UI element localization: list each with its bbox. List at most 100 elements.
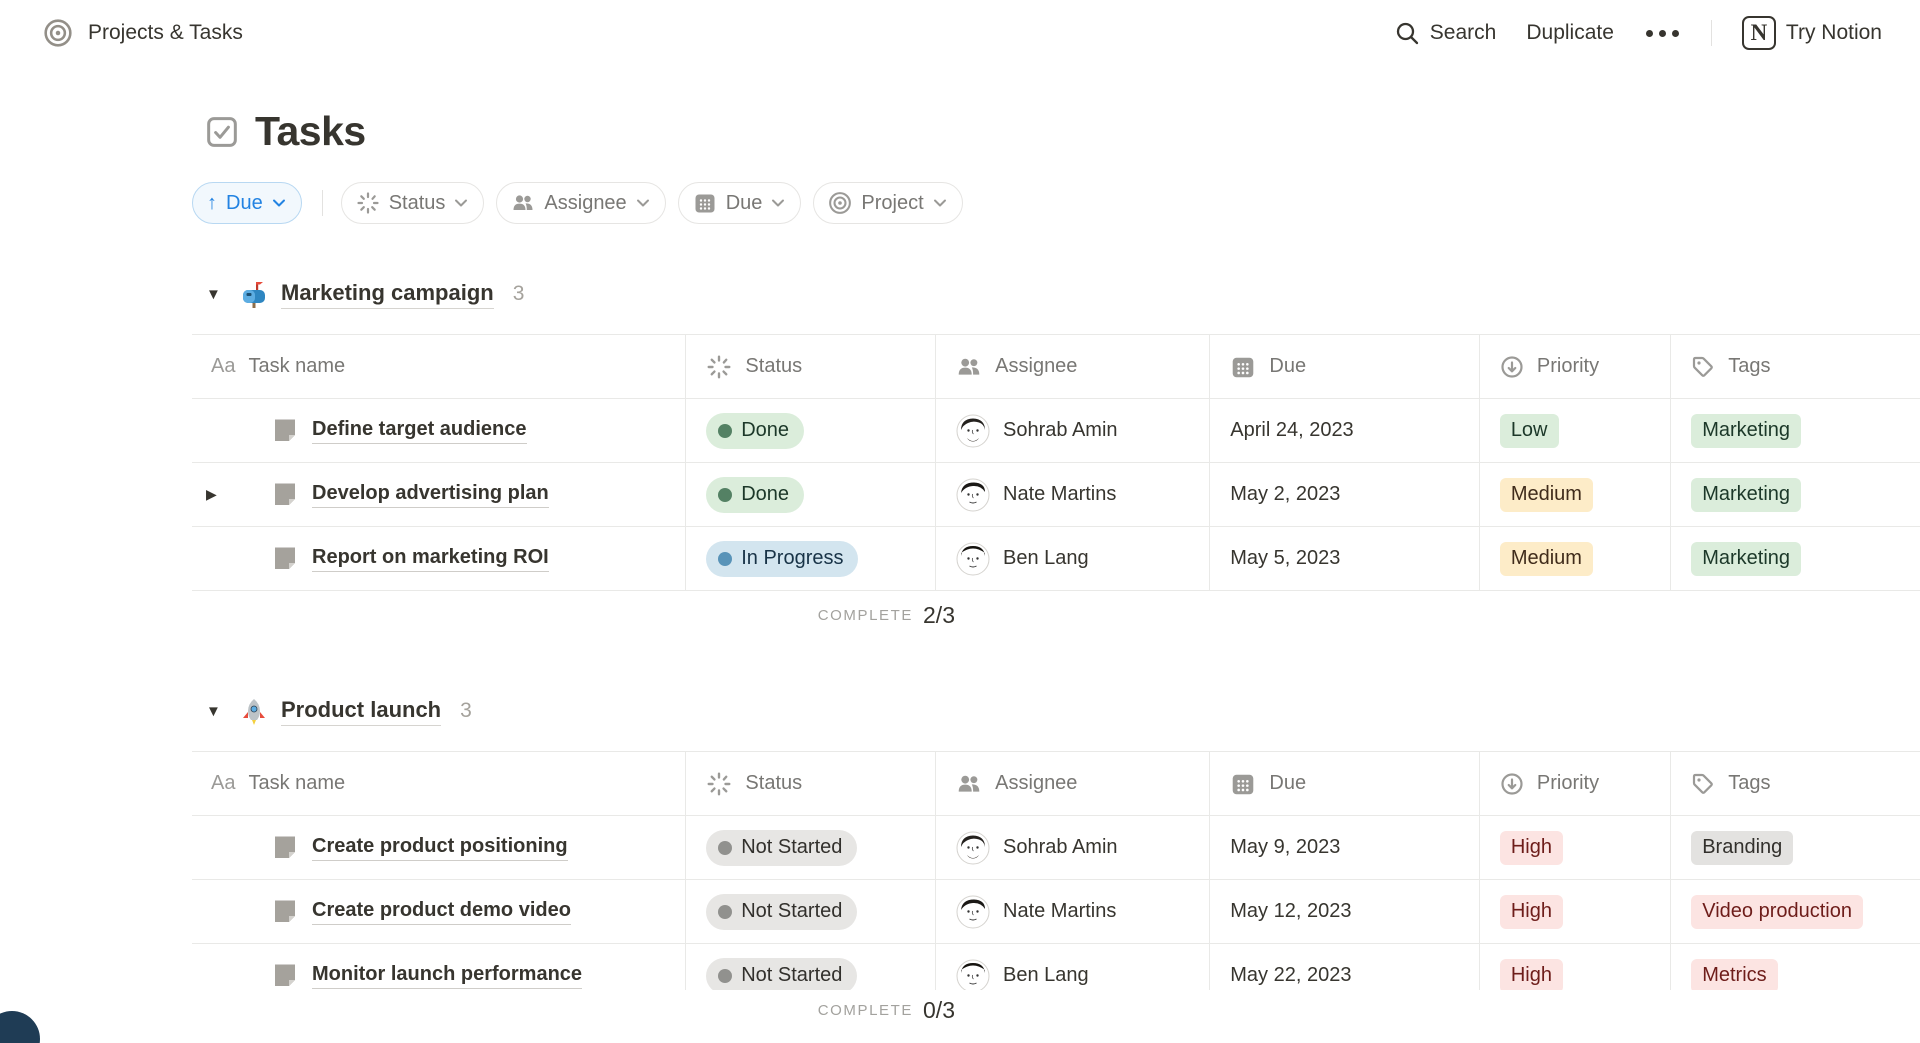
page-title: Tasks [255,108,366,155]
column-header-due[interactable]: Due [1210,752,1480,815]
breadcrumb[interactable]: Projects & Tasks [88,21,243,45]
tag-badge[interactable]: Marketing [1691,414,1801,448]
priority-badge[interactable]: High [1500,895,1563,929]
column-header-due[interactable]: Due [1210,335,1480,398]
due-date[interactable]: May 2, 2023 [1230,483,1340,506]
task-name-link[interactable]: Develop advertising plan [312,482,549,508]
page-icon [270,416,300,446]
priority-badge[interactable]: High [1500,831,1563,865]
column-header-priority[interactable]: Priority [1480,752,1671,815]
table-header-row: Aa Task name Status Assignee Due P [192,751,1920,816]
column-header-tags[interactable]: Tags [1671,752,1920,815]
column-header-priority[interactable]: Priority [1480,335,1671,398]
tag-badge[interactable]: Branding [1691,831,1793,865]
complete-calc[interactable]: COMPLETE 2/3 [716,602,980,629]
status-dot-icon [718,424,732,438]
filter-label: Assignee [544,192,626,215]
assignee-name[interactable]: Ben Lang [1003,547,1089,570]
status-badge[interactable]: Not Started [706,958,857,994]
search-button[interactable]: Search [1394,20,1497,46]
column-header-tags[interactable]: Tags [1671,335,1920,398]
table-row[interactable]: Define target audience Done Sohrab Amin … [192,399,1920,463]
target-icon [43,18,73,48]
chevron-down-icon [272,196,286,210]
status-badge[interactable]: Not Started [706,830,857,866]
filter-label: Status [389,192,446,215]
due-date[interactable]: April 24, 2023 [1230,419,1353,442]
tag-badge[interactable]: Metrics [1691,959,1777,993]
filter-pill-project[interactable]: Project [813,182,962,224]
task-name-link[interactable]: Create product demo video [312,899,571,925]
filter-pill-due[interactable]: Due [678,182,802,224]
complete-calc[interactable]: COMPLETE 0/3 [716,997,980,1024]
priority-badge[interactable]: Low [1500,414,1559,448]
tag-badge[interactable]: Marketing [1691,478,1801,512]
filter-label: Due [726,192,763,215]
table-row[interactable]: Report on marketing ROI In Progress Ben … [192,527,1920,591]
topbar-divider [1711,20,1712,46]
expand-triangle-icon[interactable]: ▶ [206,486,217,503]
column-header-task-name[interactable]: Aa Task name [192,335,686,398]
collapse-triangle-icon[interactable]: ▼ [206,286,240,303]
group-title[interactable]: Product launch [281,697,441,726]
chevron-down-icon [454,196,468,210]
priority-badge[interactable]: Medium [1500,542,1593,576]
task-name-link[interactable]: Report on marketing ROI [312,546,549,572]
column-header-assignee[interactable]: Assignee [936,335,1210,398]
column-header-assignee[interactable]: Assignee [936,752,1210,815]
try-notion-button[interactable]: N Try Notion [1742,16,1882,50]
avatar [956,414,990,448]
due-date[interactable]: May 12, 2023 [1230,900,1351,923]
duplicate-button[interactable]: Duplicate [1526,21,1614,45]
people-icon [511,191,535,215]
status-badge[interactable]: In Progress [706,541,858,577]
avatar [956,478,990,512]
column-header-status[interactable]: Status [686,335,936,398]
checkbox-icon [206,116,238,148]
assignee-name[interactable]: Sohrab Amin [1003,836,1118,859]
avatar [956,542,990,576]
tag-badge[interactable]: Video production [1691,895,1863,929]
status-badge[interactable]: Done [706,413,804,449]
status-badge[interactable]: Done [706,477,804,513]
page-icon [270,480,300,510]
priority-badge[interactable]: High [1500,959,1563,993]
filter-pill-status[interactable]: Status [341,182,485,224]
status-dot-icon [718,488,732,502]
column-header-status[interactable]: Status [686,752,936,815]
table-marketing: Aa Task name Status Assignee Due P [192,334,1920,639]
task-name-link[interactable]: Define target audience [312,418,527,444]
assignee-name[interactable]: Nate Martins [1003,483,1116,506]
due-date[interactable]: May 5, 2023 [1230,547,1340,570]
table-row[interactable]: ▶ Develop advertising plan Done Nate Mar… [192,463,1920,527]
due-date[interactable]: May 9, 2023 [1230,836,1340,859]
task-name-link[interactable]: Create product positioning [312,835,568,861]
status-badge[interactable]: Not Started [706,894,857,930]
assignee-name[interactable]: Ben Lang [1003,964,1089,987]
more-icon[interactable] [1644,26,1681,41]
sort-pill-due[interactable]: ↑ Due [192,182,302,224]
complete-value: 0/3 [923,997,955,1024]
due-date[interactable]: May 22, 2023 [1230,964,1351,987]
complete-label: COMPLETE [818,607,913,624]
assignee-name[interactable]: Sohrab Amin [1003,419,1118,442]
filter-label: Project [861,192,923,215]
tag-badge[interactable]: Marketing [1691,542,1801,576]
notion-logo-icon: N [1742,16,1776,50]
table-header-row: Aa Task name Status Assignee Due P [192,334,1920,399]
calendar-icon [1230,354,1256,380]
table-row[interactable]: Create product demo video Not Started Na… [192,880,1920,944]
priority-badge[interactable]: Medium [1500,478,1593,512]
table-row[interactable]: Create product positioning Not Started S… [192,816,1920,880]
filter-divider [322,190,323,216]
duplicate-label: Duplicate [1526,21,1614,45]
assignee-name[interactable]: Nate Martins [1003,900,1116,923]
group-title[interactable]: Marketing campaign [281,280,494,309]
task-name-link[interactable]: Monitor launch performance [312,963,582,989]
collapse-triangle-icon[interactable]: ▼ [206,703,240,720]
column-header-task-name[interactable]: Aa Task name [192,752,686,815]
priority-icon [1500,772,1524,796]
filter-pill-assignee[interactable]: Assignee [496,182,665,224]
search-icon [1394,20,1420,46]
avatar [956,831,990,865]
